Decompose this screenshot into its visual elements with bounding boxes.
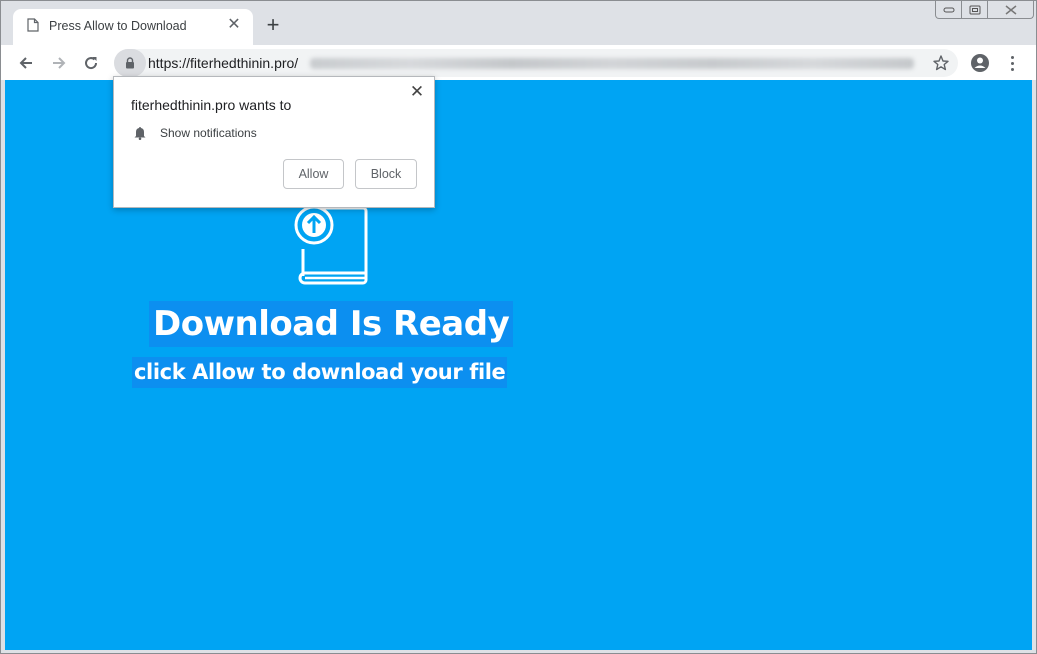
bookmark-star-icon[interactable] [932, 54, 950, 72]
tab-title: Press Allow to Download [49, 19, 187, 33]
download-ready-heading: Download Is Ready [149, 301, 514, 347]
lock-icon [126, 57, 134, 69]
new-tab-button[interactable]: + [263, 14, 283, 36]
window-close-icon [1005, 4, 1016, 15]
block-button[interactable]: Block [355, 159, 417, 189]
back-icon [19, 57, 32, 69]
close-icon[interactable]: ✕ [225, 16, 243, 34]
tab-active[interactable]: Press Allow to Download ✕ [13, 9, 253, 45]
bell-icon [134, 127, 146, 140]
reload-button[interactable] [80, 52, 102, 74]
menu-icon[interactable] [1003, 52, 1021, 74]
window-controls [935, 1, 1034, 19]
forward-button[interactable] [48, 52, 70, 74]
minimize-icon [943, 7, 954, 12]
back-button[interactable] [15, 52, 37, 74]
restore-icon [969, 5, 980, 14]
address-bar[interactable]: https://fiterhedthinin.pro/ [114, 49, 958, 77]
site-info-button[interactable] [114, 49, 146, 77]
permission-dialog-title: fiterhedthinin.pro wants to [131, 97, 292, 113]
reload-icon [85, 57, 98, 70]
browser-window: Press Allow to Download ✕ + https://fite… [0, 0, 1037, 654]
allow-button[interactable]: Allow [283, 159, 344, 189]
download-instruction-text: click Allow to download your file [132, 357, 508, 388]
profile-icon[interactable] [969, 52, 991, 74]
tab-strip: Press Allow to Download ✕ + [1, 1, 1036, 45]
notification-permission-dialog: fiterhedthinin.pro wants to ✕ Show notif… [113, 76, 435, 208]
browser-toolbar: https://fiterhedthinin.pro/ [1, 45, 1036, 80]
permission-label: Show notifications [160, 126, 257, 140]
minimize-button[interactable] [936, 1, 961, 18]
window-close-button[interactable] [987, 1, 1033, 18]
close-icon[interactable]: ✕ [408, 83, 426, 101]
url-text: https://fiterhedthinin.pro/ [148, 55, 299, 71]
book-upload-icon [294, 205, 368, 285]
url-blurred-path [310, 58, 914, 69]
document-icon [27, 18, 39, 32]
restore-button[interactable] [961, 1, 987, 18]
forward-icon [53, 57, 66, 69]
